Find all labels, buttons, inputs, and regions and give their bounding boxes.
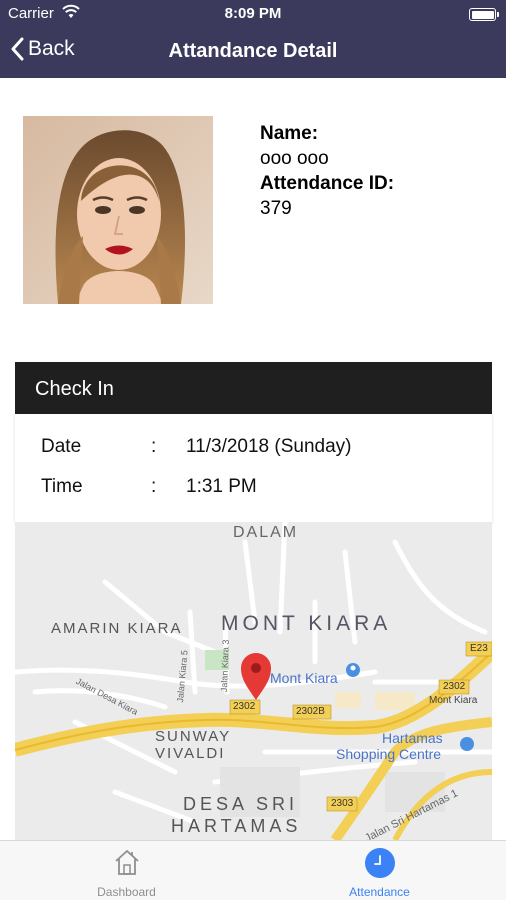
road-shield-e23: E23 — [470, 643, 488, 654]
profile-photo — [23, 116, 213, 304]
name-label: Name: — [260, 123, 319, 144]
map-label-mont-kiara-area: MONT KIARA — [221, 612, 392, 635]
status-time: 8:09 PM — [224, 5, 282, 22]
battery-icon — [469, 8, 499, 21]
map-label-dalam: DALAM — [233, 524, 299, 541]
date-row: Date : 11/3/2018 (Sunday) — [41, 436, 352, 462]
road-shield-2302-d: 2302 — [443, 681, 466, 692]
map-label-mont-kiara-road: Mont Kiara — [429, 695, 478, 706]
map-label-sunway-2: VIVALDI — [155, 745, 226, 762]
date-value: 11/3/2018 (Sunday) — [186, 436, 352, 457]
map-pin-icon[interactable] — [241, 653, 271, 700]
status-bar: Carrier 8:09 PM — [0, 0, 506, 28]
attendance-id-value: 379 — [260, 198, 292, 219]
time-separator: : — [151, 476, 157, 497]
map-label-sunway-1: SUNWAY — [155, 728, 232, 745]
profile-section: Name: ooo ooo Attendance ID: 379 — [0, 78, 506, 358]
attendance-id-label: Attendance ID: — [260, 173, 395, 194]
check-in-header: Check In — [15, 362, 492, 414]
road-shield-2302b: 2302B — [296, 706, 325, 717]
map-label-desa-sri-2: HARTAMAS — [171, 816, 302, 836]
time-value: 1:31 PM — [186, 476, 257, 497]
check-in-details: Date : 11/3/2018 (Sunday) Time : 1:31 PM — [15, 414, 492, 522]
tab-bar: Dashboard Attendance — [0, 840, 506, 900]
location-map[interactable]: DALAM MONT KIARA AMARIN KIARA Mont Kiara… — [15, 522, 492, 840]
road-shield-2303: 2303 — [331, 798, 354, 809]
map-label-hartamas-1: Hartamas — [382, 730, 443, 746]
time-label: Time — [41, 476, 83, 497]
tab-attendance[interactable]: Attendance — [253, 841, 506, 901]
page-title: Attandance Detail — [168, 40, 338, 62]
map-label-amarin-kiara: AMARIN KIARA — [51, 620, 183, 637]
map-label-desa-sri-1: DESA SRI — [183, 794, 299, 814]
time-row: Time : 1:31 PM — [41, 476, 257, 502]
tab-dashboard[interactable]: Dashboard — [0, 841, 253, 901]
road-shield-2302-a: 2302 — [233, 701, 256, 712]
map-label-jalan-kiara-3: Jalan Kiara 3 — [219, 639, 231, 693]
name-value: ooo ooo — [260, 148, 329, 169]
date-separator: : — [151, 436, 157, 457]
navigation-bar: Back Attandance Detail — [0, 28, 506, 78]
home-icon — [112, 847, 142, 882]
date-label: Date — [41, 436, 82, 457]
tab-dashboard-label: Dashboard — [97, 885, 156, 899]
map-label-hartamas-2: Shopping Centre — [336, 746, 442, 762]
clock-icon — [364, 847, 396, 884]
tab-attendance-label: Attendance — [349, 885, 410, 899]
map-label-mont-kiara-place: Mont Kiara — [270, 670, 338, 686]
profile-info: Name: ooo ooo Attendance ID: 379 — [260, 121, 394, 221]
